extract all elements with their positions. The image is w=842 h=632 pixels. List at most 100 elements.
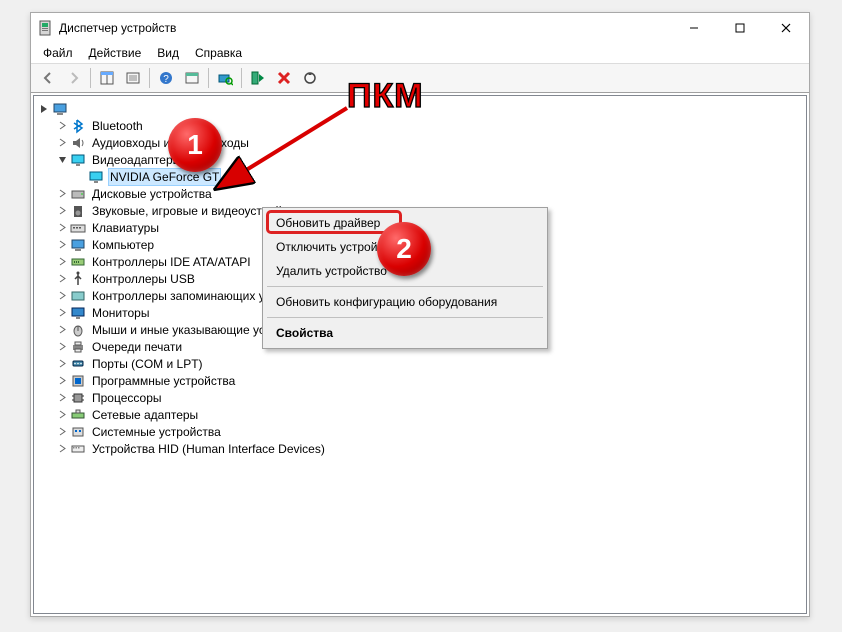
- keyboard-icon: [70, 220, 86, 236]
- expander-closed-icon[interactable]: [56, 426, 68, 438]
- expander-open-icon[interactable]: [56, 154, 68, 166]
- expander-closed-icon[interactable]: [56, 239, 68, 251]
- tree-root[interactable]: [34, 100, 806, 117]
- menu-file[interactable]: Файл: [35, 44, 81, 62]
- node-label: [72, 108, 76, 110]
- hid-icon: [70, 441, 86, 457]
- node-label: Устройства HID (Human Interface Devices): [90, 440, 327, 458]
- expander-closed-icon[interactable]: [56, 443, 68, 455]
- toolbar-icon-2[interactable]: [121, 66, 145, 90]
- maximize-button[interactable]: [717, 13, 763, 43]
- menubar: Файл Действие Вид Справка: [31, 43, 809, 63]
- tree-item-ports[interactable]: Порты (COM и LPT): [34, 355, 806, 372]
- tree-item-video[interactable]: Видеоадаптеры: [34, 151, 806, 168]
- menu-help[interactable]: Справка: [187, 44, 250, 62]
- node-label: Клавиатуры: [90, 219, 161, 237]
- controller-icon: [70, 254, 86, 270]
- minimize-button[interactable]: [671, 13, 717, 43]
- disk-icon: [70, 186, 86, 202]
- node-label: Порты (COM и LPT): [90, 355, 205, 373]
- device-tree[interactable]: Bluetooth Аудиовходы и аудиовыходы Видео…: [33, 95, 807, 614]
- update-driver-icon[interactable]: [298, 66, 322, 90]
- node-label: Контроллеры IDE ATA/ATAPI: [90, 253, 253, 271]
- menu-action[interactable]: Действие: [81, 44, 150, 62]
- close-button[interactable]: [763, 13, 809, 43]
- expander-closed-icon[interactable]: [56, 409, 68, 421]
- node-label: Мониторы: [90, 304, 151, 322]
- software-device-icon: [70, 373, 86, 389]
- speaker-icon: [70, 203, 86, 219]
- menu-view[interactable]: Вид: [149, 44, 187, 62]
- tree-item-audio[interactable]: Аудиовходы и аудиовыходы: [34, 134, 806, 151]
- expander-closed-icon[interactable]: [56, 273, 68, 285]
- ctx-update-driver[interactable]: Обновить драйвер: [266, 211, 544, 235]
- node-label: Сетевые адаптеры: [90, 406, 200, 424]
- expander-open-icon[interactable]: [38, 103, 50, 115]
- mouse-icon: [70, 322, 86, 338]
- expander-closed-icon[interactable]: [56, 392, 68, 404]
- usb-icon: [70, 271, 86, 287]
- expander-closed-icon[interactable]: [56, 256, 68, 268]
- display-adapter-icon: [88, 169, 104, 185]
- audio-icon: [70, 135, 86, 151]
- tree-item-nvidia[interactable]: NVIDIA GeForce GT: [34, 168, 806, 185]
- forward-button[interactable]: [62, 66, 86, 90]
- expander-closed-icon[interactable]: [56, 120, 68, 132]
- disable-device-icon[interactable]: [272, 66, 296, 90]
- expander-closed-icon[interactable]: [56, 188, 68, 200]
- ctx-remove-device[interactable]: Удалить устройство: [266, 259, 544, 283]
- scan-hardware-icon[interactable]: [213, 66, 237, 90]
- back-button[interactable]: [36, 66, 60, 90]
- window-controls: [671, 13, 809, 43]
- port-icon: [70, 356, 86, 372]
- expander-closed-icon[interactable]: [56, 137, 68, 149]
- titlebar: Диспетчер устройств: [31, 13, 809, 43]
- storage-controller-icon: [70, 288, 86, 304]
- toolbar-icon-1[interactable]: [95, 66, 119, 90]
- tree-item-network[interactable]: Сетевые адаптеры: [34, 406, 806, 423]
- node-label: Аудиовходы и аудиовыходы: [90, 134, 251, 152]
- monitor-icon: [70, 305, 86, 321]
- system-device-icon: [70, 424, 86, 440]
- node-label: Дисковые устройства: [90, 185, 214, 203]
- computer-icon: [52, 101, 68, 117]
- app-icon: [37, 20, 53, 36]
- expander-closed-icon[interactable]: [56, 290, 68, 302]
- toolbar-icon-4[interactable]: [180, 66, 204, 90]
- ctx-properties[interactable]: Свойства: [266, 321, 544, 345]
- help-icon[interactable]: ?: [154, 66, 178, 90]
- expander-closed-icon[interactable]: [56, 324, 68, 336]
- expander-closed-icon[interactable]: [56, 222, 68, 234]
- ctx-refresh-config[interactable]: Обновить конфигурацию оборудования: [266, 290, 544, 314]
- tree-item-system[interactable]: Системные устройства: [34, 423, 806, 440]
- node-label: Очереди печати: [90, 338, 184, 356]
- expander-closed-icon[interactable]: [56, 341, 68, 353]
- node-label: NVIDIA GeForce GT: [108, 168, 221, 186]
- tree-item-hid[interactable]: Устройства HID (Human Interface Devices): [34, 440, 806, 457]
- expander-closed-icon[interactable]: [56, 205, 68, 217]
- node-label: Контроллеры USB: [90, 270, 197, 288]
- window-title: Диспетчер устройств: [59, 21, 176, 35]
- tree-item-bluetooth[interactable]: Bluetooth: [34, 117, 806, 134]
- expander-closed-icon[interactable]: [56, 375, 68, 387]
- processor-icon: [70, 390, 86, 406]
- context-menu: Обновить драйвер Отключить устройство Уд…: [262, 207, 548, 349]
- tree-item-cpu[interactable]: Процессоры: [34, 389, 806, 406]
- toolbar: ?: [31, 63, 809, 93]
- node-label: Процессоры: [90, 389, 164, 407]
- node-label: Компьютер: [90, 236, 156, 254]
- network-icon: [70, 407, 86, 423]
- bluetooth-icon: [70, 118, 86, 134]
- computer-icon: [70, 237, 86, 253]
- tree-item-software[interactable]: Программные устройства: [34, 372, 806, 389]
- expander-closed-icon[interactable]: [56, 307, 68, 319]
- tree-item-disk[interactable]: Дисковые устройства: [34, 185, 806, 202]
- ctx-separator: [267, 317, 543, 318]
- node-label: Bluetooth: [90, 117, 145, 135]
- device-manager-window: Диспетчер устройств Файл Действие Вид Сп…: [30, 12, 810, 617]
- display-adapter-icon: [70, 152, 86, 168]
- printer-icon: [70, 339, 86, 355]
- ctx-disable-device[interactable]: Отключить устройство: [266, 235, 544, 259]
- enable-device-icon[interactable]: [246, 66, 270, 90]
- expander-closed-icon[interactable]: [56, 358, 68, 370]
